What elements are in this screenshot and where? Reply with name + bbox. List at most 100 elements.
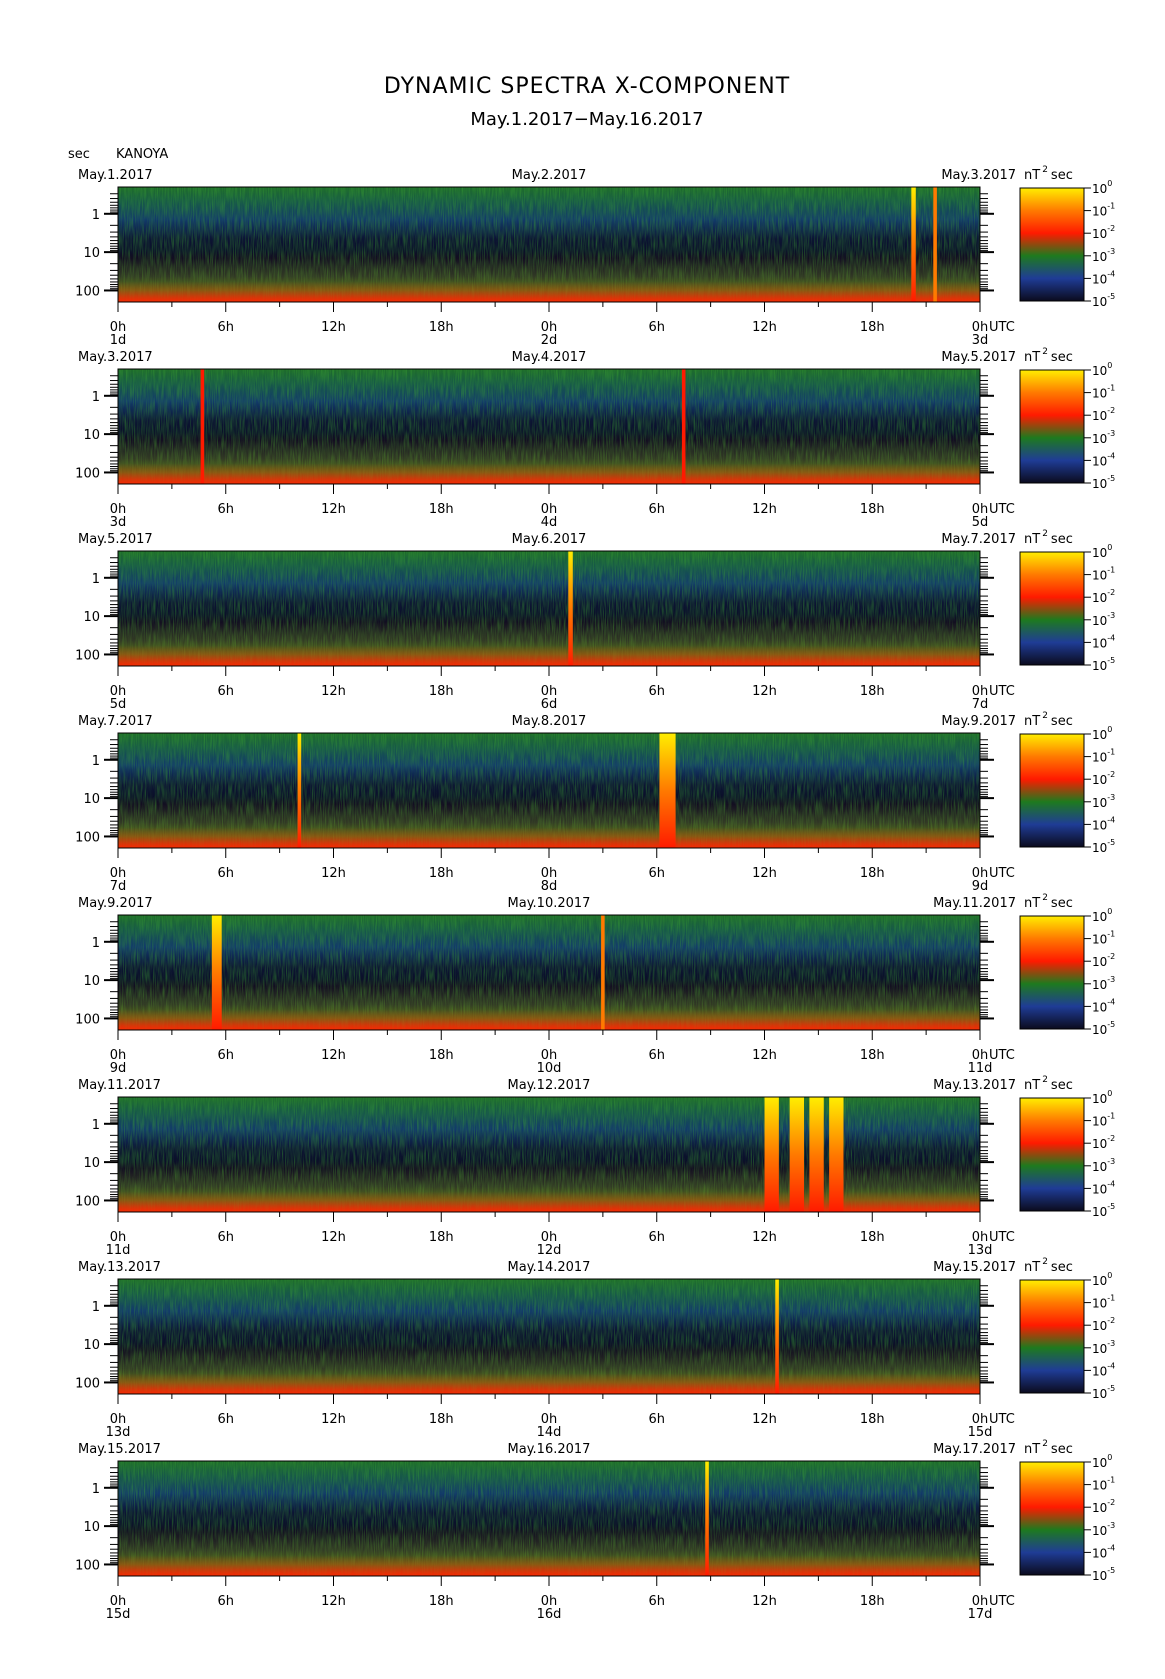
panel-date-mid: May.10.2017 [508,896,591,911]
y-tick-label: 100 [75,1558,100,1573]
spectrogram-event-1 [681,369,686,484]
panel-date-mid: May.6.2017 [512,532,587,547]
y-tick-label: 10 [83,1156,100,1171]
x-tick-label: 12h [321,502,346,517]
y-tick-label: 10 [83,792,100,807]
x-tick-label: 18h [429,866,454,881]
x-tick-label: 12h [752,684,777,699]
spectrogram-event-1 [601,915,605,1030]
spectrogram-long-period-power [118,1160,980,1212]
spectrogram-long-period-power [118,432,980,484]
colorbar-unit-label: nT 2 sec [1024,893,1073,911]
panel-date-mid: May.4.2017 [512,350,587,365]
colorbar [1019,915,1085,1030]
x-tick-label: 12h [321,1048,346,1063]
colorbar-tick-label: 10-5 [1092,656,1115,673]
y-unit-label: sec [68,147,90,162]
day-label-mid: 12d [537,1243,562,1258]
day-label-right: 9d [972,879,989,894]
time-unit-label: UTC [989,684,1015,699]
panel-date-left: May.11.2017 [78,1078,161,1093]
spectrogram-long-period-power [118,250,980,302]
day-label-left: 3d [110,515,127,530]
colorbar-tick-label: 100 [1092,543,1112,560]
panel-date-left: May.5.2017 [78,532,153,547]
panel-date-right: May.13.2017 [933,1078,1016,1093]
spectrogram-panel: May.1.2017 May.2.2017 May.3.2017 nT 2 sec 1 10 1… [75,165,1115,348]
colorbar-tick-label: 10-1 [1092,384,1115,401]
spectrogram-event-0 [568,551,573,666]
spectrogram-event-0 [297,733,302,848]
y-tick-label: 1 [92,754,100,769]
panel-date-mid: May.12.2017 [508,1078,591,1093]
spectrogram-event-0 [211,915,222,1030]
spectrogram-event-0 [705,1461,709,1576]
day-label-left: 15d [106,1607,131,1622]
colorbar-tick-label: 10-1 [1092,1294,1115,1311]
y-tick-label: 10 [83,246,100,261]
y-tick-label: 10 [83,610,100,625]
x-tick-label: 6h [217,684,234,699]
panel-date-right: May.11.2017 [933,896,1016,911]
y-tick-label: 100 [75,466,100,481]
x-tick-label: 6h [217,1594,234,1609]
colorbar-tick-label: 10-1 [1092,566,1115,583]
panel-date-left: May.3.2017 [78,350,153,365]
colorbar-tick-label: 10-5 [1092,1020,1115,1037]
day-label-right: 17d [968,1607,993,1622]
colorbar-unit-label: nT 2 sec [1024,1439,1073,1457]
x-tick-label: 18h [860,1048,885,1063]
colorbar-tick-label: 10-1 [1092,1476,1115,1493]
day-label-mid: 2d [541,333,558,348]
spectrogram-event-0 [775,1279,779,1394]
y-tick-label: 1 [92,1300,100,1315]
time-unit-label: UTC [989,320,1015,335]
y-tick-label: 10 [83,1520,100,1535]
colorbar-unit-label: nT 2 sec [1024,529,1073,547]
x-tick-label: 12h [752,1230,777,1245]
colorbar-tick-label: 10-3 [1092,1157,1115,1174]
panel-date-left: May.15.2017 [78,1442,161,1457]
day-label-mid: 4d [541,515,558,530]
colorbar-tick-label: 10-2 [1092,770,1115,787]
spectrogram-event-1 [659,733,676,848]
x-tick-label: 18h [429,502,454,517]
colorbar-tick-label: 10-4 [1092,451,1115,468]
colorbar-tick-label: 10-2 [1092,406,1115,423]
panel-date-right: May.15.2017 [933,1260,1016,1275]
colorbar [1019,1461,1085,1576]
spectrogram-event-1 [933,187,937,302]
station-label: KANOYA [116,147,168,162]
day-label-mid: 14d [537,1425,562,1440]
day-label-left: 1d [110,333,127,348]
colorbar-tick-label: 10-2 [1092,1498,1115,1515]
spectrogram-panel: May.3.2017 May.4.2017 May.5.2017 nT 2 sec 1 10 1… [75,347,1115,530]
colorbar-tick-label: 10-5 [1092,474,1115,491]
colorbar-tick-label: 100 [1092,361,1112,378]
panel-date-mid: May.8.2017 [512,714,587,729]
spectrogram-event-1 [789,1097,805,1212]
colorbar-tick-label: 10-2 [1092,952,1115,969]
time-unit-label: UTC [989,1048,1015,1063]
colorbar [1019,1097,1085,1212]
x-tick-label: 12h [752,1594,777,1609]
colorbar-tick-label: 10-3 [1092,1521,1115,1538]
day-label-right: 13d [968,1243,993,1258]
panel-date-mid: May.2.2017 [512,168,587,183]
x-tick-label: 6h [648,684,665,699]
spectrogram-panel: May.9.2017 May.10.2017 May.11.2017 nT 2 sec11… [75,893,1115,1076]
panel-date-right: May.5.2017 [941,350,1016,365]
x-tick-label: 6h [648,502,665,517]
colorbar [1019,369,1085,484]
colorbar-tick-label: 10-3 [1092,247,1115,264]
panel-date-right: May.3.2017 [941,168,1016,183]
y-tick-label: 100 [75,830,100,845]
x-tick-label: 18h [429,1594,454,1609]
y-tick-label: 100 [75,284,100,299]
x-tick-label: 6h [217,1412,234,1427]
x-tick-label: 12h [321,1230,346,1245]
colorbar-tick-label: 10-5 [1092,1202,1115,1219]
time-unit-label: UTC [989,1412,1015,1427]
y-tick-label: 10 [83,1338,100,1353]
spectrogram-panel: May.5.2017 May.6.2017 May.7.2017 nT 2 sec 1 10 1… [75,529,1115,712]
